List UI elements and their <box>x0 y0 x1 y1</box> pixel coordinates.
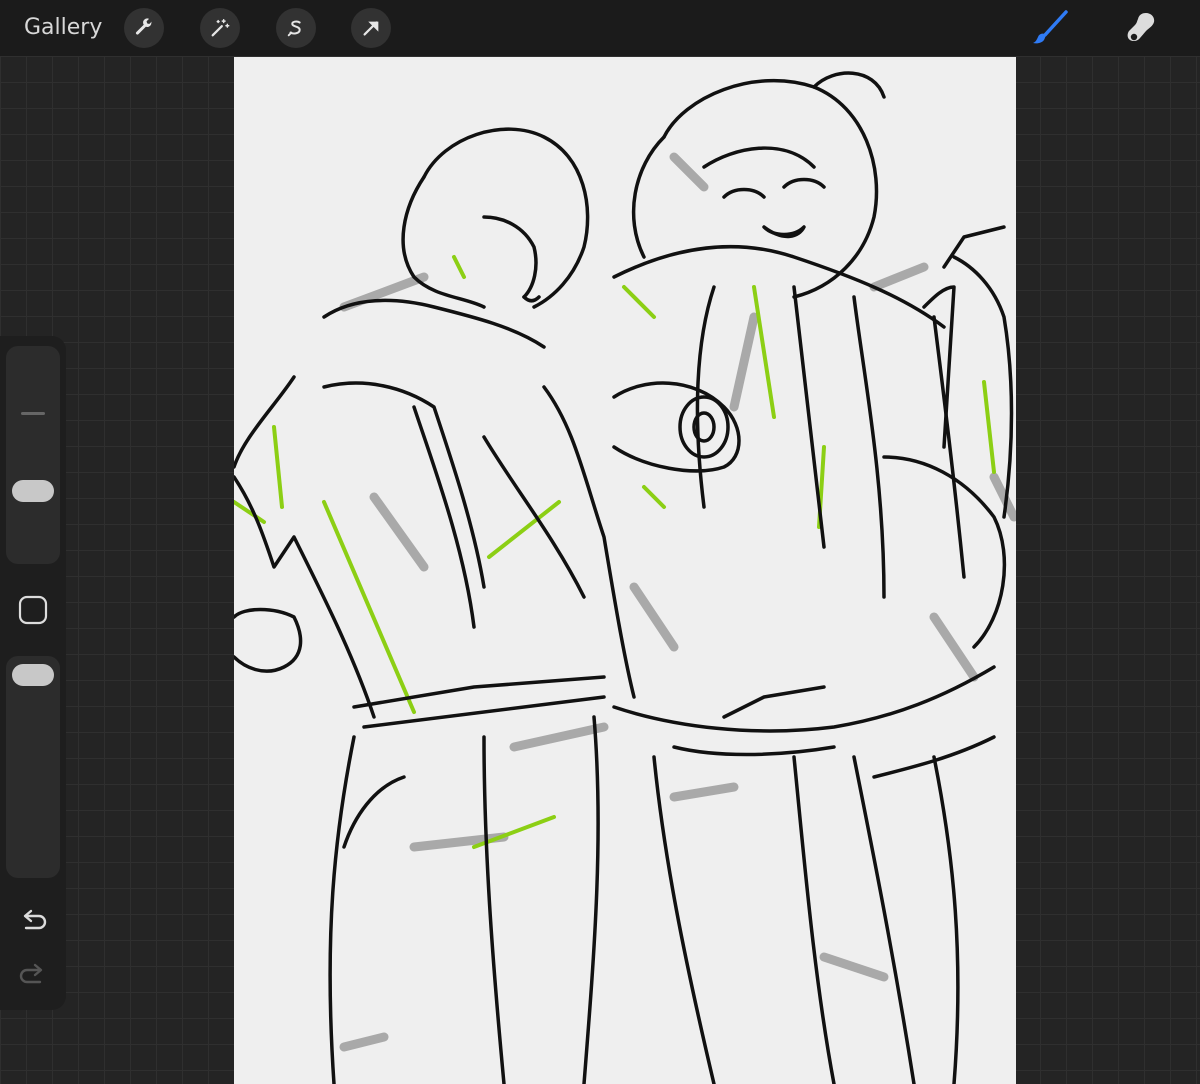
wrench-icon <box>135 18 152 35</box>
redo-button[interactable] <box>17 960 49 992</box>
brush-opacity-slider[interactable] <box>6 656 60 878</box>
slider-marker <box>21 412 45 415</box>
magic-wand-icon <box>211 19 230 37</box>
brush-size-thumb[interactable] <box>12 480 54 502</box>
drawing-canvas[interactable] <box>234 57 1016 1084</box>
transform-arrow-icon <box>363 21 379 36</box>
smudge-button[interactable] <box>1120 8 1160 48</box>
brush-size-slider[interactable] <box>6 346 60 564</box>
gallery-button[interactable]: Gallery <box>24 15 102 40</box>
selection-button[interactable] <box>276 8 316 48</box>
brush-button[interactable] <box>1030 8 1070 48</box>
undo-button[interactable] <box>17 906 49 938</box>
brush-icon <box>1033 10 1068 44</box>
brush-sidebar <box>0 336 66 1010</box>
smudge-icon <box>1127 13 1155 42</box>
modify-square-icon <box>18 595 48 625</box>
redo-icon <box>19 963 43 984</box>
modify-button[interactable] <box>17 594 49 626</box>
sketch-artwork <box>234 71 1016 1084</box>
transform-button[interactable] <box>351 8 391 48</box>
undo-icon <box>23 909 47 930</box>
adjustments-button[interactable] <box>200 8 240 48</box>
brush-opacity-thumb[interactable] <box>12 664 54 686</box>
actions-button[interactable] <box>124 8 164 48</box>
top-toolbar: Gallery <box>0 0 1200 56</box>
selection-icon <box>287 20 301 37</box>
